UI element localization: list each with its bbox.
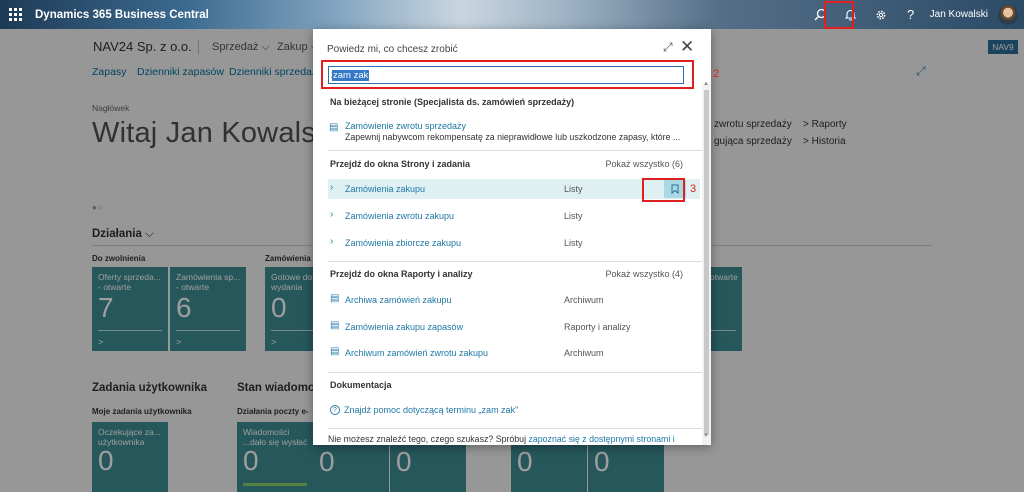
section-pages-tasks: Przejdź do okna Strony i zadania <box>330 159 471 169</box>
result-name: Zamówienia zakupu zapasów <box>345 322 464 332</box>
avatar[interactable] <box>998 4 1018 25</box>
divider <box>328 261 702 262</box>
annotation-2: 2 <box>713 68 720 80</box>
footer-text: Nie możesz znaleźć tego, czego szukasz? … <box>328 434 529 444</box>
section-reports: Przejdź do okna Raporty i analizy <box>330 269 473 279</box>
result-blanket-purchase-orders[interactable]: › Zamówienia zbiorcze zakupu Listy <box>328 233 700 253</box>
dialog-scrollbar[interactable]: ▲ ▼ <box>702 81 711 445</box>
bookmark-highlight-box <box>642 178 685 202</box>
expand-icon[interactable]: ⤢ <box>663 40 673 55</box>
chevron-right-icon: › <box>330 236 334 247</box>
result-category: Archiwum <box>564 348 604 358</box>
input-highlight-box <box>321 60 694 89</box>
scroll-down-icon[interactable]: ▼ <box>703 433 709 439</box>
result-category: Listy <box>564 184 583 194</box>
result-category: Listy <box>564 211 583 221</box>
result-name: Archiwum zamówień zwrotu zakupu <box>345 348 489 358</box>
search-highlight-box <box>824 1 854 29</box>
gear-icon[interactable] <box>866 0 896 29</box>
show-all-pages-link[interactable]: Pokaż wszystko (6) <box>605 159 683 169</box>
divider <box>328 150 702 151</box>
report-icon: ▤ <box>330 346 340 357</box>
show-all-reports-link[interactable]: Pokaż wszystko (4) <box>605 269 683 279</box>
tell-me-dialog: Powiedz mi, co chcesz zrobić ⤢ ✕ zam zak… <box>313 29 711 445</box>
result-name: Archiwa zamówień zakupu <box>345 295 452 305</box>
report-icon: ▤ <box>330 293 340 304</box>
result-description: Zapewnij nabywcom rekompensatę za niepra… <box>345 132 681 142</box>
divider <box>328 428 702 429</box>
chevron-right-icon: › <box>330 182 334 193</box>
result-sales-return-order[interactable]: Zamówienie zwrotu sprzedaży <box>345 121 466 131</box>
scrollbar-thumb[interactable] <box>704 90 709 435</box>
waffle-icon[interactable] <box>9 7 23 22</box>
divider <box>328 372 702 373</box>
top-bar: Dynamics 365 Business Central ? Jan Kowa… <box>0 0 1024 29</box>
result-purchase-return-archive[interactable]: ▤ Archiwum zamówień zwrotu zakupu Archiw… <box>328 343 700 363</box>
result-inventory-purchase-orders[interactable]: ▤ Zamówienia zakupu zapasów Raporty i an… <box>328 317 700 337</box>
result-category: Raporty i analizy <box>564 322 631 332</box>
section-current-page: Na bieżącej stronie (Specjalista ds. zam… <box>330 97 575 107</box>
help-icon: ? <box>330 405 340 415</box>
result-name: Zamówienia zbiorcze zakupu <box>345 238 462 248</box>
app-title[interactable]: Dynamics 365 Business Central <box>35 9 209 21</box>
close-icon[interactable]: ✕ <box>680 37 694 57</box>
annotation-3: 3 <box>690 183 697 195</box>
result-name: Zamówienia zakupu <box>345 184 426 194</box>
footer-link[interactable]: zapoznać się z dostępnymi stronami i <box>528 434 674 444</box>
document-icon: ▤ <box>329 122 339 133</box>
result-purchase-return-orders[interactable]: › Zamówienia zwrotu zakupu Listy <box>328 206 700 226</box>
user-name[interactable]: Jan Kowalski <box>930 9 988 20</box>
report-icon: ▤ <box>330 320 340 331</box>
dialog-title: Powiedz mi, co chcesz zrobić <box>327 44 458 55</box>
result-name: Zamówienia zwrotu zakupu <box>345 211 455 221</box>
help-search-link[interactable]: Znajdź pomoc dotyczącą terminu „zam zak" <box>344 405 518 415</box>
result-purchase-order-archives[interactable]: ▤ Archiwa zamówień zakupu Archiwum <box>328 290 700 310</box>
help-icon[interactable]: ? <box>896 0 926 29</box>
result-category: Archiwum <box>564 295 604 305</box>
chevron-right-icon: › <box>330 209 334 220</box>
scroll-up-icon[interactable]: ▲ <box>703 81 709 87</box>
footer-hint: Nie możesz znaleźć tego, czego szukasz? … <box>328 434 675 444</box>
result-category: Listy <box>564 238 583 248</box>
section-documentation: Dokumentacja <box>330 380 392 390</box>
